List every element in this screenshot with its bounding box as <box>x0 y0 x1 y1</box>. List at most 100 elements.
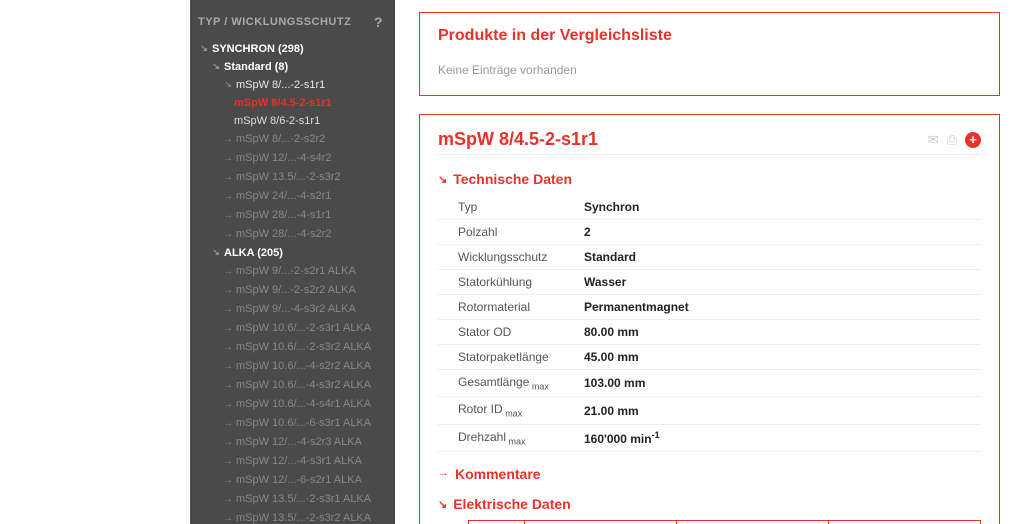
spec-key: Polzahl <box>438 220 578 245</box>
spec-key: Statorkühlung <box>438 270 578 295</box>
main-content: Produkte in der Vergleichsliste Keine Ei… <box>395 0 1024 524</box>
tree-arrow-icon: → <box>222 358 234 376</box>
tree-arrow-icon: → <box>222 415 234 433</box>
sidebar: TYP / WICKLUNGSSCHUTZ ? ↘SYNCHRON (298)↘… <box>190 0 395 524</box>
tree-subgroup[interactable]: ↘ALKA (205) <box>190 244 395 262</box>
help-icon[interactable]: ? <box>374 14 383 30</box>
spec-sup: -1 <box>652 430 660 440</box>
tree-arrow-icon: → <box>222 320 234 338</box>
tree-arrow-icon: → <box>222 472 234 490</box>
tree-arrow-icon: → <box>222 131 234 149</box>
tree-item[interactable]: →mSpW 9/...-2-s2r1 ALKA <box>190 262 395 281</box>
tree-arrow-icon: → <box>222 282 234 300</box>
tree-arrow-icon: → <box>222 188 234 206</box>
tree-arrow-icon: → <box>222 301 234 319</box>
section-technische-daten[interactable]: ↘ Technische Daten <box>438 171 981 187</box>
spec-sub: max <box>503 409 523 419</box>
spec-row: TypSynchron <box>438 195 981 220</box>
tree-arrow-icon: → <box>222 396 234 414</box>
tree-item[interactable]: →mSpW 24/...-4-s2r1 <box>190 187 395 206</box>
spec-value: Wasser <box>578 270 981 295</box>
tree-item[interactable]: →mSpW 10.6/...-2-s3r1 ALKA <box>190 319 395 338</box>
tree-item[interactable]: →mSpW 10.6/...-6-s3r1 ALKA <box>190 414 395 433</box>
tree-item[interactable]: →mSpW 9/...-4-s3r2 ALKA <box>190 300 395 319</box>
tree-arrow-icon: → <box>222 453 234 471</box>
tree-item[interactable]: ↘mSpW 8/...-2-s1r1 <box>190 76 395 94</box>
spec-key: Gesamtlänge max <box>438 370 578 397</box>
spec-row: Gesamtlänge max103.00 mm <box>438 370 981 397</box>
tree-leaf[interactable]: mSpW 8/4.5-2-s1r1 <box>190 94 395 112</box>
compare-title: Produkte in der Vergleichsliste <box>438 27 981 45</box>
tree-item[interactable]: →mSpW 12/...-4-s4r2 <box>190 149 395 168</box>
technical-data-table: TypSynchronPolzahl2WicklungsschutzStanda… <box>438 195 981 452</box>
spec-value: 21.00 mm <box>578 397 981 424</box>
tree-item[interactable]: →mSpW 10.6/...-4-s3r2 ALKA <box>190 376 395 395</box>
spec-key: Wicklungsschutz <box>438 245 578 270</box>
spec-value: Permanentmagnet <box>578 295 981 320</box>
tree-arrow-icon: → <box>222 150 234 168</box>
tree-item[interactable]: →mSpW 12/...-4-s3r1 ALKA <box>190 452 395 471</box>
spec-row: Rotor ID max21.00 mm <box>438 397 981 424</box>
spec-row: Drehzahl max160'000 min-1 <box>438 424 981 451</box>
add-compare-button[interactable]: + <box>965 132 981 148</box>
spec-value: Synchron <box>578 195 981 220</box>
section-label: Kommentare <box>455 466 541 482</box>
detail-panel: mSpW 8/4.5-2-s1r1 ✉ ⎙ + ↘ Technische Dat… <box>419 114 1000 524</box>
tree-arrow-icon: ↘ <box>210 243 222 261</box>
tree-item[interactable]: →mSpW 28/...-4-s1r1 <box>190 206 395 225</box>
tree-item[interactable]: →mSpW 10.6/...-2-s3r2 ALKA <box>190 338 395 357</box>
spec-row: Stator OD80.00 mm <box>438 320 981 345</box>
tree-arrow-icon: → <box>222 491 234 509</box>
tree-item[interactable]: →mSpW 28/...-4-s2r2 <box>190 225 395 244</box>
tree-arrow-icon: → <box>222 339 234 357</box>
spec-row: StatorkühlungWasser <box>438 270 981 295</box>
spec-sub: max <box>529 381 549 391</box>
nav-tree: ↘SYNCHRON (298)↘Standard (8)↘mSpW 8/...-… <box>190 40 395 524</box>
tree-item[interactable]: →mSpW 12/...-4-s2r3 ALKA <box>190 433 395 452</box>
tree-arrow-icon: ↘ <box>210 57 222 75</box>
spec-key: Rotormaterial <box>438 295 578 320</box>
tree-arrow-icon: → <box>222 226 234 244</box>
spec-key: Statorpaketlänge <box>438 345 578 370</box>
sidebar-header: TYP / WICKLUNGSSCHUTZ ? <box>190 10 395 40</box>
compare-empty-text: Keine Einträge vorhanden <box>438 57 981 81</box>
tree-subgroup[interactable]: ↘Standard (8) <box>190 58 395 76</box>
spec-key: Rotor ID max <box>438 397 578 424</box>
tree-item[interactable]: →mSpW 9/...-2-s2r2 ALKA <box>190 281 395 300</box>
spec-row: Statorpaketlänge45.00 mm <box>438 345 981 370</box>
spec-value: 2 <box>578 220 981 245</box>
arrow-down-icon: ↘ <box>438 498 447 511</box>
tree-arrow-icon: → <box>222 263 234 281</box>
tree-item[interactable]: →mSpW 8/...-2-s2r2 <box>190 130 395 149</box>
spec-key: Stator OD <box>438 320 578 345</box>
spec-row: Polzahl2 <box>438 220 981 245</box>
spec-key: Drehzahl max <box>438 424 578 451</box>
tree-item[interactable]: →mSpW 10.6/...-4-s2r2 ALKA <box>190 357 395 376</box>
tree-arrow-icon: → <box>222 510 234 524</box>
tree-group[interactable]: ↘SYNCHRON (298) <box>190 40 395 58</box>
section-elektrische-daten[interactable]: ↘ Elektrische Daten <box>438 496 981 512</box>
tree-arrow-icon: ↘ <box>198 39 210 57</box>
tree-leaf[interactable]: mSpW 8/6-2-s1r1 <box>190 112 395 130</box>
tree-item[interactable]: →mSpW 13.5/...-2-s3r2 ALKA <box>190 509 395 524</box>
compare-panel: Produkte in der Vergleichsliste Keine Ei… <box>419 12 1000 96</box>
spec-value: Standard <box>578 245 981 270</box>
section-label: Technische Daten <box>453 171 572 187</box>
spec-key: Typ <box>438 195 578 220</box>
spec-value: 103.00 mm <box>578 370 981 397</box>
tree-item[interactable]: →mSpW 13.5/...-2-s3r1 ALKA <box>190 490 395 509</box>
section-kommentare[interactable]: → Kommentare <box>438 466 981 482</box>
tree-arrow-icon: → <box>222 207 234 225</box>
detail-title: mSpW 8/4.5-2-s1r1 <box>438 129 598 150</box>
mail-icon[interactable]: ✉ <box>928 132 939 148</box>
tree-arrow-icon: → <box>222 434 234 452</box>
detail-header: mSpW 8/4.5-2-s1r1 ✉ ⎙ + <box>438 129 981 155</box>
tree-item[interactable]: →mSpW 10.6/...-4-s4r1 ALKA <box>190 395 395 414</box>
tree-item[interactable]: →mSpW 13.5/...-2-s3r2 <box>190 168 395 187</box>
spec-value: 80.00 mm <box>578 320 981 345</box>
tree-item[interactable]: →mSpW 12/...-6-s2r1 ALKA <box>190 471 395 490</box>
print-icon[interactable]: ⎙ <box>947 132 957 148</box>
tree-arrow-icon: ↘ <box>222 75 234 93</box>
tree-arrow-icon: → <box>222 377 234 395</box>
detail-actions: ✉ ⎙ + <box>928 132 981 148</box>
